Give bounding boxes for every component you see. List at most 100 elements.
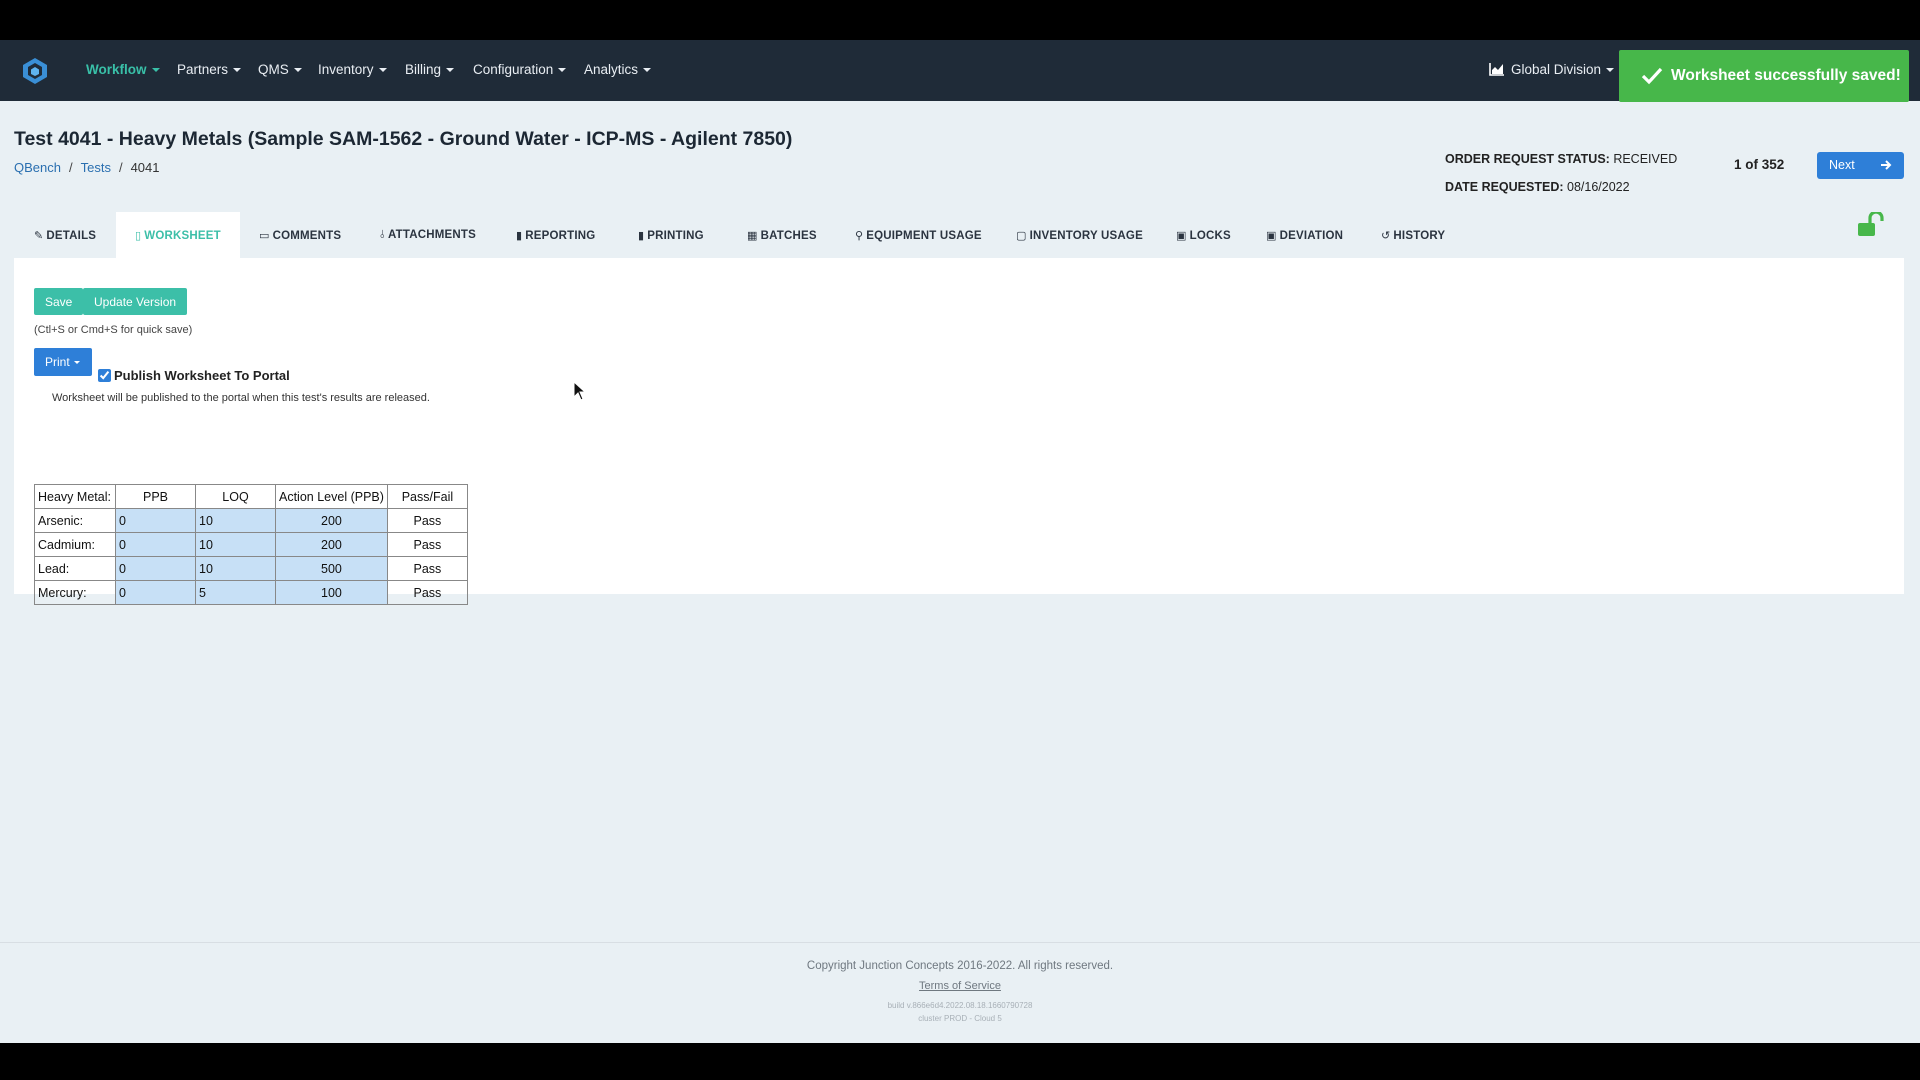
breadcrumb: QBench / Tests / 4041 — [14, 160, 160, 175]
tab-details[interactable]: ✎ DETAILS — [34, 212, 96, 258]
nav-analytics-label: Analytics — [584, 62, 639, 77]
caret-down-icon — [233, 68, 242, 73]
nav-qms-label: QMS — [258, 62, 289, 77]
breadcrumb-qbench[interactable]: QBench — [14, 160, 61, 175]
page-title: Test 4041 - Heavy Metals (Sample SAM-156… — [14, 128, 793, 150]
table-header-row: Heavy Metal: PPB LOQ Action Level (PPB) … — [34, 484, 468, 509]
tab-locks-label: LOCKS — [1189, 230, 1231, 242]
ppb-input[interactable]: 0 — [115, 556, 196, 581]
caret-down-icon — [558, 68, 567, 73]
tab-locks[interactable]: ▣ LOCKS — [1176, 212, 1231, 258]
table-header: PPB — [115, 484, 196, 509]
tab-equipment-usage-label: EQUIPMENT USAGE — [866, 230, 982, 242]
next-button[interactable]: Next — [1817, 152, 1904, 179]
arrow-right-icon — [1881, 160, 1892, 170]
qbench-logo-icon[interactable] — [20, 56, 50, 86]
pencil-icon: ✎ — [34, 230, 44, 242]
action-level-input[interactable]: 100 — [275, 580, 388, 605]
nav-configuration[interactable]: Configuration — [473, 62, 567, 77]
table-row: Arsenic: 0 10 200 Pass — [34, 508, 468, 533]
file-icon: ▮ — [516, 230, 523, 242]
action-level-input[interactable]: 500 — [275, 556, 388, 581]
tab-inventory-usage-label: INVENTORY USAGE — [1029, 230, 1143, 242]
lock-icon: ▣ — [1176, 230, 1187, 242]
success-toast[interactable]: Worksheet successfully saved! — [1619, 50, 1909, 102]
print-button[interactable]: Print — [34, 348, 92, 376]
tab-batches-label: BATCHES — [760, 230, 817, 242]
nav-inventory[interactable]: Inventory — [318, 62, 387, 77]
tab-history-label: HISTORY — [1393, 230, 1446, 242]
tab-inventory-usage[interactable]: ▢ INVENTORY USAGE — [1016, 212, 1143, 258]
area-chart-icon — [1489, 63, 1504, 76]
metal-name-cell: Cadmium: — [34, 532, 116, 557]
save-button[interactable]: Save — [34, 288, 84, 315]
tab-attachments[interactable]: ⫰ ATTACHMENTS — [380, 212, 476, 258]
alert-file-icon: ▣ — [1266, 230, 1277, 242]
caret-down-icon — [446, 68, 455, 73]
tab-history[interactable]: ↺ HISTORY — [1381, 212, 1445, 258]
loq-input[interactable]: 10 — [195, 508, 276, 533]
record-counter: 1 of 352 — [1734, 157, 1785, 172]
nav-billing[interactable]: Billing — [405, 62, 455, 77]
nav-inventory-label: Inventory — [318, 62, 374, 77]
grid-icon: ▦ — [747, 230, 758, 242]
copyright-text: Copyright Junction Concepts 2016-2022. A… — [806, 960, 1114, 972]
action-level-input[interactable]: 200 — [275, 508, 388, 533]
paperclip-icon: ⫰ — [380, 229, 385, 241]
date-requested-value: 08/16/2022 — [1567, 180, 1630, 194]
unlock-icon[interactable] — [1856, 212, 1886, 238]
publish-to-portal-toggle[interactable]: Publish Worksheet To Portal — [98, 368, 290, 383]
ppb-input[interactable]: 0 — [115, 508, 196, 533]
nav-configuration-label: Configuration — [473, 62, 554, 77]
loq-input[interactable]: 10 — [195, 556, 276, 581]
table-header: Heavy Metal: — [34, 484, 116, 509]
loq-input[interactable]: 5 — [195, 580, 276, 605]
table-row: Lead: 0 10 500 Pass — [34, 556, 468, 581]
mouse-cursor-icon — [573, 381, 587, 401]
terms-of-service-wrapper: Terms of Service — [0, 980, 1920, 992]
table-header: Action Level (PPB) — [275, 484, 388, 509]
tab-deviation-label: DEVIATION — [1279, 230, 1344, 242]
tab-equipment-usage[interactable]: ⚲ EQUIPMENT USAGE — [855, 212, 982, 258]
table-header: Pass/Fail — [386, 484, 468, 509]
date-requested: DATE REQUESTED: 08/16/2022 — [1445, 180, 1630, 194]
tab-comments-label: COMMENTS — [272, 230, 342, 242]
tab-printing-label: PRINTING — [647, 230, 704, 242]
tab-details-label: DETAILS — [46, 230, 97, 242]
tab-reporting-label: REPORTING — [525, 230, 596, 242]
tab-reporting[interactable]: ▮ REPORTING — [516, 212, 595, 258]
file-icon: ▮ — [638, 230, 645, 242]
quick-save-hint: (Ctl+S or Cmd+S for quick save) — [34, 324, 193, 336]
pass-fail-cell: Pass — [386, 508, 468, 533]
tab-printing[interactable]: ▮ PRINTING — [638, 212, 704, 258]
update-version-button[interactable]: Update Version — [83, 288, 188, 315]
tab-worksheet[interactable]: ▯ WORKSHEET — [116, 212, 240, 258]
pass-fail-cell: Pass — [386, 532, 468, 557]
nav-qms[interactable]: QMS — [258, 62, 302, 77]
nav-partners[interactable]: Partners — [177, 62, 242, 77]
terms-of-service-link[interactable]: Terms of Service — [919, 980, 1001, 992]
loq-input[interactable]: 10 — [195, 532, 276, 557]
caret-down-icon — [151, 68, 160, 73]
division-selector[interactable]: Global Division — [1489, 62, 1615, 77]
nav-workflow[interactable]: Workflow — [86, 62, 160, 77]
worksheet-panel: Save Update Version (Ctl+S or Cmd+S for … — [14, 258, 1904, 605]
nav-billing-label: Billing — [405, 62, 442, 77]
tab-comments[interactable]: ▭ COMMENTS — [259, 212, 341, 258]
tab-attachments-label: ATTACHMENTS — [388, 229, 477, 241]
ppb-input[interactable]: 0 — [115, 580, 196, 605]
order-request-status: ORDER REQUEST STATUS: RECEIVED — [1445, 152, 1677, 166]
ppb-input[interactable]: 0 — [115, 532, 196, 557]
tab-deviation[interactable]: ▣ DEVIATION — [1266, 212, 1343, 258]
pass-fail-cell: Pass — [386, 556, 468, 581]
breadcrumb-tests[interactable]: Tests — [81, 160, 111, 175]
heavy-metals-table: Heavy Metal: PPB LOQ Action Level (PPB) … — [34, 484, 468, 605]
tab-batches[interactable]: ▦ BATCHES — [747, 212, 817, 258]
nav-analytics[interactable]: Analytics — [584, 62, 652, 77]
action-level-input[interactable]: 200 — [275, 532, 388, 557]
metal-name-cell: Mercury: — [34, 580, 116, 605]
top-navbar: Workflow Partners QMS Inventory Billing … — [0, 40, 1920, 102]
cluster-info: cluster PROD - Cloud 5 — [918, 1014, 1002, 1023]
publish-checkbox[interactable] — [98, 369, 111, 382]
tab-worksheet-label: WORKSHEET — [144, 230, 221, 242]
